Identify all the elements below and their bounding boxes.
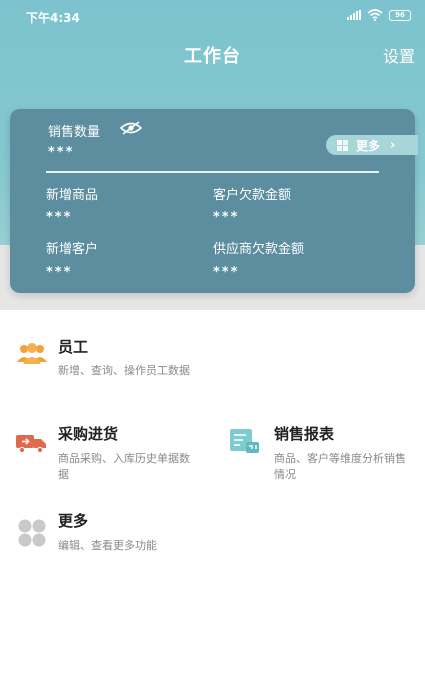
supplier-debt-value: ***: [213, 265, 240, 280]
purchase-title: 采购进货: [58, 425, 119, 443]
menu-item-sales-report[interactable]: 销售报表 商品、客户等维度分析销售 情况: [212, 418, 425, 488]
more-title: 更多: [58, 512, 89, 530]
report-icon: [230, 429, 259, 453]
menu-item-purchase[interactable]: 采购进货 商品采购、入库历史单据数 据: [0, 418, 212, 488]
more-button[interactable]: 更多 ›: [326, 135, 418, 155]
new-products-value: ***: [46, 210, 73, 225]
more-apps-icon: [18, 519, 46, 547]
wifi-icon: [367, 9, 383, 21]
sales-qty-value: ***: [48, 145, 75, 160]
more-label: 更多: [356, 138, 381, 153]
sales-report-desc-line1: 商品、客户等维度分析销售: [274, 452, 406, 465]
chevron-right-icon: ›: [390, 137, 396, 153]
sales-report-title: 销售报表: [274, 425, 335, 443]
purchase-desc-line1: 商品采购、入库历史单据数: [58, 452, 190, 465]
page-title: 工作台: [184, 46, 241, 67]
settings-button[interactable]: 设置: [383, 43, 415, 67]
eye-hidden-icon[interactable]: [120, 121, 142, 135]
menu-item-staff[interactable]: 员工 新增、查询、操作员工数据: [0, 330, 425, 390]
signal-icon: [347, 10, 361, 20]
sales-qty-label: 销售数量: [48, 125, 101, 140]
new-customers-label: 新增客户: [46, 242, 99, 257]
customer-debt-label: 客户欠款金额: [213, 188, 292, 203]
purchase-desc-line2: 据: [58, 468, 69, 481]
sales-report-desc-line2: 情况: [274, 468, 296, 481]
status-bar: 下午4:34 96: [0, 0, 425, 30]
summary-card: 销售数量 *** 更多 › 新增商品 *** 客户欠款金额 *** 新增客户 *…: [10, 109, 418, 293]
staff-desc: 新增、查询、操作员工数据: [58, 364, 190, 377]
more-desc: 编辑、查看更多功能: [58, 539, 157, 552]
customer-debt-value: ***: [213, 210, 240, 225]
battery-level: 96: [395, 11, 405, 19]
battery-icon: 96: [389, 9, 411, 21]
truck-icon: [16, 435, 46, 454]
status-time: 下午4:34: [26, 11, 80, 25]
staff-title: 员工: [58, 338, 89, 356]
menu-item-more[interactable]: 更多 编辑、查看更多功能: [0, 505, 425, 565]
new-customers-value: ***: [46, 265, 73, 280]
team-icon: [17, 343, 47, 364]
status-icons: 96: [347, 9, 411, 21]
grid-icon: [337, 139, 348, 151]
supplier-debt-label: 供应商欠款金额: [213, 242, 305, 257]
new-products-label: 新增商品: [46, 188, 99, 203]
card-divider: [46, 171, 379, 173]
